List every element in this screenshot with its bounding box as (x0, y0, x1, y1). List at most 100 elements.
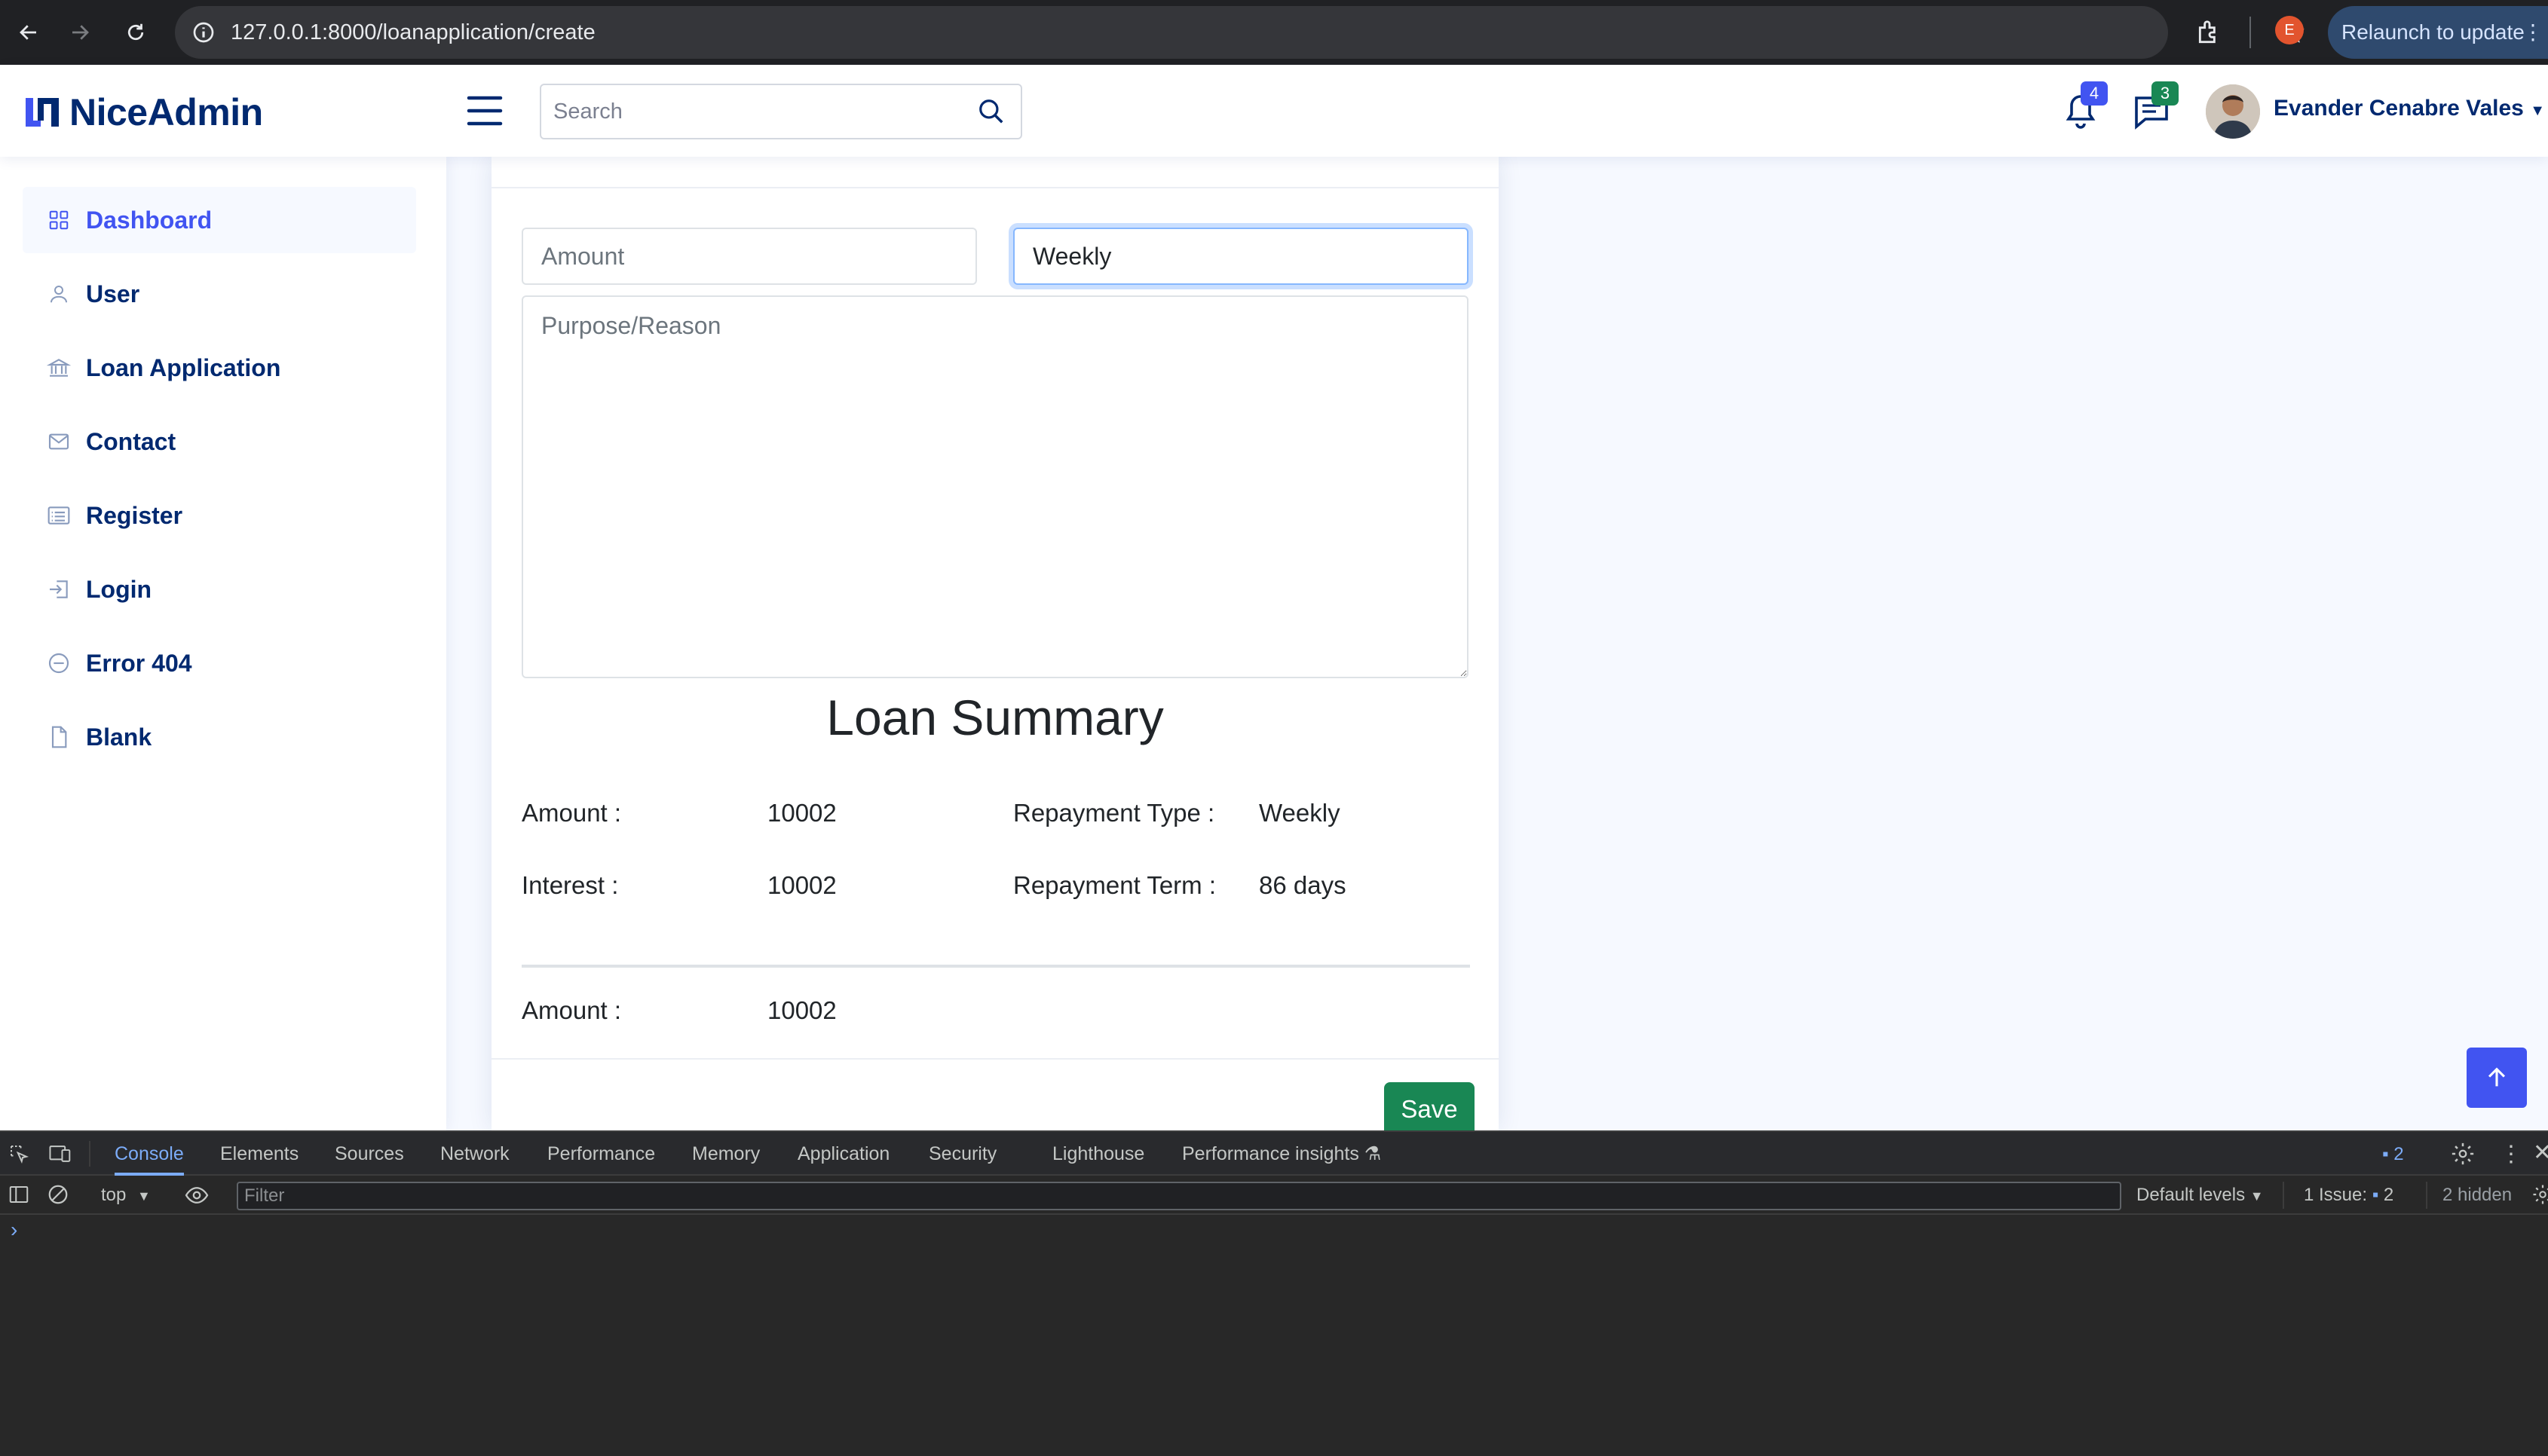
summary-repayment-term-value: 86 days (1259, 871, 1346, 899)
tab-lighthouse[interactable]: Lighthouse (1052, 1132, 1144, 1176)
sidebar-item-register[interactable]: Register (23, 482, 416, 549)
tab-elements[interactable]: Elements (220, 1132, 299, 1176)
avatar[interactable] (2206, 84, 2260, 139)
user-name[interactable]: Evander Cenabre Vales ▼ (2274, 96, 2545, 121)
sidebar-item-blank[interactable]: Blank (23, 704, 416, 770)
summary-amount-value: 10002 (767, 799, 837, 827)
grid-icon (45, 206, 72, 234)
summary-repayment-term-label: Repayment Term : (1013, 871, 1216, 899)
sidebar-item-contact[interactable]: Contact (23, 408, 416, 475)
purpose-textarea[interactable] (522, 295, 1468, 678)
repayment-type-input[interactable] (1013, 228, 1468, 285)
tab-security[interactable]: Security (929, 1132, 997, 1176)
console-settings-icon[interactable] (2531, 1183, 2548, 1210)
save-button[interactable]: Save (1384, 1082, 1475, 1136)
forward-icon[interactable] (62, 14, 98, 50)
summary-divider (522, 965, 1470, 968)
messages-count: 2 (2393, 1144, 2404, 1164)
sidebar-item-loan-application[interactable]: Loan Application (23, 335, 416, 401)
context-selector[interactable]: top ▼ (101, 1185, 151, 1206)
app-header: NiceAdmin 4 3 Evander Cenabre Vales ▼ (0, 65, 2548, 157)
sidebar-item-label: Register (86, 501, 183, 529)
logo-icon (26, 98, 59, 127)
search-input[interactable] (553, 85, 960, 138)
kebab-menu-icon[interactable]: ⋮ (2522, 6, 2543, 59)
tab-performance[interactable]: Performance (547, 1132, 655, 1176)
person-icon (45, 280, 72, 307)
issues-label: 1 Issue: (2304, 1185, 2368, 1205)
sidebar-item-label: Loan Application (86, 353, 281, 381)
console-filter-input[interactable] (237, 1182, 2121, 1210)
console-prompt[interactable]: › (11, 1218, 17, 1242)
summary-amount-label: Amount : (522, 799, 622, 827)
devtools-tabbar: Console Elements Sources Network Perform… (0, 1132, 2548, 1176)
tab-performance-insights[interactable]: Performance insights ⚗ (1182, 1132, 1381, 1176)
caret-down-icon: ▼ (2249, 1188, 2264, 1204)
sidebar-item-login[interactable]: Login (23, 556, 416, 622)
caret-down-icon: ▼ (137, 1188, 151, 1204)
devtools-divider (89, 1141, 90, 1167)
tab-console[interactable]: Console (115, 1132, 184, 1176)
summary-total-value: 10002 (767, 996, 837, 1024)
context-label: top (101, 1185, 127, 1205)
sidebar-item-dashboard[interactable]: Dashboard (23, 187, 416, 253)
summary-interest-value: 10002 (767, 871, 837, 899)
sidebar-item-label: Dashboard (86, 206, 213, 234)
clear-console-icon[interactable] (47, 1183, 69, 1210)
brand-name: NiceAdmin (69, 91, 263, 133)
tab-sources[interactable]: Sources (335, 1132, 404, 1176)
card-footer-divider (492, 1058, 1499, 1060)
sidebar-item-error-404[interactable]: Error 404 (23, 630, 416, 696)
close-devtools-icon[interactable]: ✕ (2533, 1139, 2548, 1166)
tab-network[interactable]: Network (440, 1132, 510, 1176)
reload-icon[interactable] (118, 14, 154, 50)
search-form (540, 84, 1022, 139)
settings-gear-icon[interactable] (2450, 1141, 2476, 1170)
log-levels-dropdown[interactable]: Default levels ▼ (2136, 1185, 2264, 1206)
back-icon[interactable] (11, 14, 47, 50)
sidebar-item-label: Contact (86, 427, 176, 455)
summary-interest-label: Interest : (522, 871, 619, 899)
messages-badge: 3 (2151, 81, 2179, 106)
sidebar-item-label: Error 404 (86, 649, 192, 677)
url-text[interactable]: 127.0.0.1:8000/loanapplication/create (231, 6, 596, 59)
sidebar: Dashboard User Loan Application Contact … (0, 157, 446, 1130)
arrow-up-icon (2488, 1067, 2506, 1087)
relaunch-button[interactable]: Relaunch to update ⋮ (2328, 6, 2548, 59)
search-icon[interactable] (977, 97, 1006, 130)
address-bar[interactable]: 127.0.0.1:8000/loanapplication/create (175, 6, 2305, 59)
toggle-sidebar-icon[interactable] (466, 93, 504, 128)
device-toolbar-icon[interactable] (48, 1142, 72, 1169)
issues-counter[interactable]: 1 Issue: ▪ 2 (2304, 1185, 2393, 1206)
card-list-icon (45, 502, 72, 529)
devtools-panel: Console Elements Sources Network Perform… (0, 1130, 2548, 1456)
back-to-top-button[interactable] (2467, 1048, 2527, 1108)
sidebar-item-label: Login (86, 575, 152, 603)
site-info-icon[interactable] (191, 20, 216, 48)
inspect-element-icon[interactable] (8, 1142, 30, 1169)
tab-application[interactable]: Application (798, 1132, 890, 1176)
sidebar-toggle-icon[interactable] (8, 1183, 30, 1210)
logo[interactable]: NiceAdmin (23, 90, 263, 134)
amount-input[interactable] (522, 228, 977, 285)
bank-icon (45, 354, 72, 381)
profile-avatar[interactable]: E (2275, 16, 2304, 44)
experiment-flask-icon: ⚗ (1364, 1143, 1382, 1164)
toolbar-divider (2283, 1182, 2284, 1209)
console-toolbar: top ▼ Default levels ▼ 1 Issue: ▪ 2 2 hi… (0, 1176, 2548, 1215)
messages-button[interactable]: 3 (2130, 81, 2179, 133)
notifications-button[interactable]: 4 (2060, 81, 2108, 133)
live-expression-eye-icon[interactable] (184, 1185, 210, 1210)
issues-count: 2 (2383, 1185, 2394, 1205)
caret-down-icon: ▼ (2530, 102, 2545, 119)
log-levels-label: Default levels (2136, 1185, 2246, 1205)
sidebar-item-label: User (86, 280, 140, 307)
file-icon (45, 723, 72, 751)
extensions-icon[interactable] (2195, 18, 2224, 50)
tab-label: Performance insights (1182, 1143, 1359, 1164)
tab-memory[interactable]: Memory (692, 1132, 760, 1176)
dash-circle-icon (45, 650, 72, 677)
devtools-more-icon[interactable]: ⋮ (2500, 1141, 2522, 1167)
messages-counter[interactable]: ▪ 2 (2382, 1144, 2404, 1165)
sidebar-item-user[interactable]: User (23, 261, 416, 327)
